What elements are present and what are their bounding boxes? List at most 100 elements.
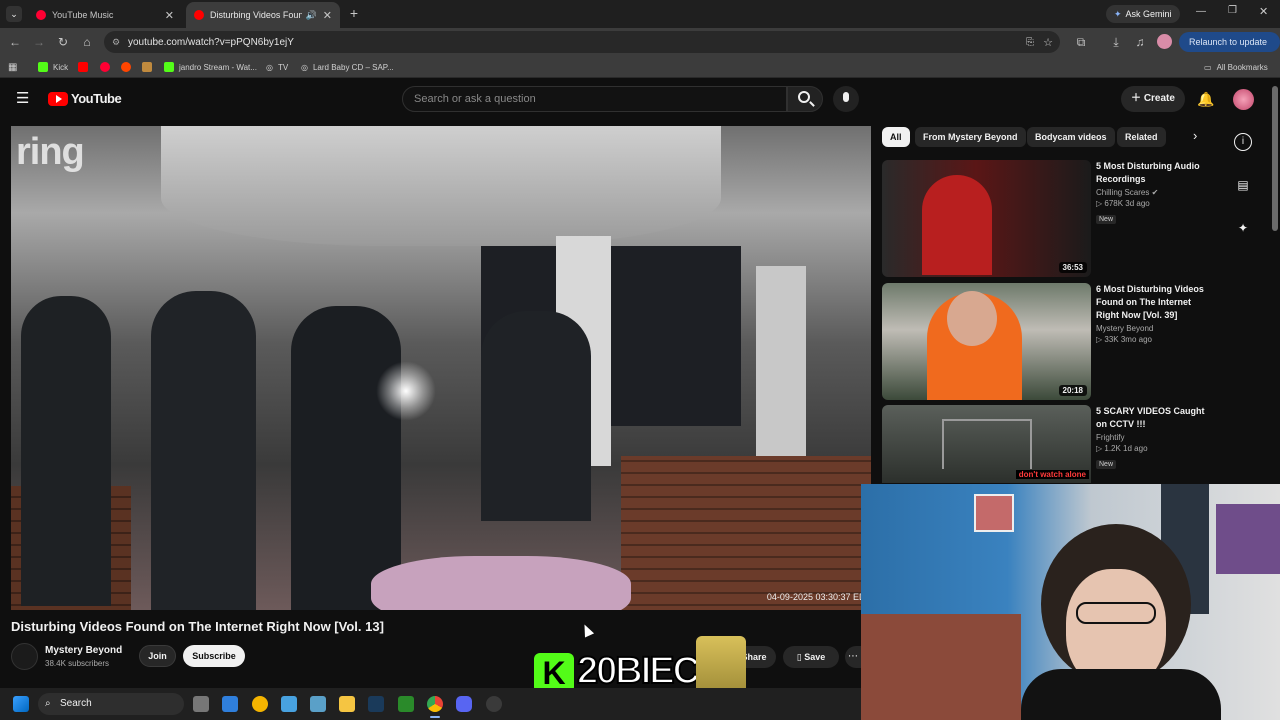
profile-avatar[interactable] <box>1157 34 1172 49</box>
wall-poster <box>974 494 1014 532</box>
address-bar[interactable]: ⚙ youtube.com/watch?v=pPQN6by1ejY ⎘ ☆ <box>104 31 1060 53</box>
video-thumbnail[interactable]: 36:53 <box>882 160 1091 277</box>
ring-watermark: ring <box>16 131 85 173</box>
bookmark-kick[interactable]: Kick <box>38 60 68 74</box>
xbox-icon[interactable] <box>398 696 414 712</box>
home-icon[interactable]: ⌂ <box>79 34 95 50</box>
video-thumbnail[interactable]: don't watch alone <box>882 405 1091 483</box>
windows-start-icon[interactable] <box>13 696 29 712</box>
recommendation-item[interactable]: 20:18 6 Most Disturbing Videos Found on … <box>882 283 1212 400</box>
voice-search-button[interactable] <box>833 86 859 112</box>
join-button[interactable]: Join <box>139 645 176 667</box>
task-view-icon[interactable] <box>193 696 209 712</box>
video-player[interactable]: ring 04-09-2025 03:30:37 EDT <box>11 126 871 610</box>
notifications-bell-icon[interactable]: 🔔 <box>1197 91 1214 108</box>
widgets-icon[interactable] <box>222 696 238 712</box>
recommendation-channel[interactable]: Frightify <box>1096 433 1216 442</box>
bookmark-star-icon[interactable]: ☆ <box>1043 36 1053 49</box>
extensions-icon[interactable]: ⧉ <box>1073 34 1089 50</box>
file-explorer-icon[interactable] <box>339 696 355 712</box>
scrollbar[interactable] <box>1272 86 1278 231</box>
sparkle-icon[interactable]: ✦ <box>1234 219 1252 237</box>
account-avatar[interactable] <box>1233 89 1254 110</box>
officer-figure <box>151 291 256 610</box>
close-tab-icon[interactable]: ✕ <box>323 9 332 22</box>
calculator-icon[interactable] <box>310 696 326 712</box>
tab-search-dropdown-icon[interactable]: ⌄ <box>6 6 22 22</box>
minimize-button[interactable]: — <box>1196 6 1206 17</box>
channel-avatar[interactable] <box>11 643 38 670</box>
bookmark-youtube-music[interactable] <box>100 60 115 74</box>
channel-name[interactable]: Mystery Beyond <box>45 645 122 656</box>
globe-icon: ◎ <box>266 62 273 72</box>
search-button[interactable] <box>787 86 823 112</box>
bookmark-game[interactable] <box>142 60 157 74</box>
close-window-button[interactable]: ✕ <box>1259 5 1268 18</box>
forward-icon[interactable]: → <box>31 34 47 50</box>
chat-icon[interactable]: ▤ <box>1234 176 1252 194</box>
recommendation-title[interactable]: 5 Most Disturbing Audio Recordings <box>1096 160 1216 186</box>
recommendation-stats: ▷ 1.2K 1d ago <box>1096 444 1148 453</box>
youtube-logo[interactable]: YouTube <box>48 91 122 106</box>
chrome-icon[interactable] <box>427 696 443 712</box>
chip-bodycam-videos[interactable]: Bodycam videos <box>1027 127 1115 147</box>
reload-icon[interactable]: ↻ <box>55 34 71 50</box>
recommendation-item[interactable]: 36:53 5 Most Disturbing Audio Recordings… <box>882 160 1212 277</box>
bookmark-youtube[interactable] <box>78 60 93 74</box>
hamburger-menu-icon[interactable]: ☰ <box>16 91 29 106</box>
recommendation-item[interactable]: don't watch alone 5 SCARY VIDEOS Caught … <box>882 405 1212 483</box>
youtube-play-icon <box>48 91 68 106</box>
video-thumbnail[interactable]: 20:18 <box>882 283 1091 400</box>
youtube-music-icon <box>36 10 46 20</box>
person-shirt <box>1021 669 1221 720</box>
edge-browser-icon[interactable] <box>252 696 268 712</box>
downloads-icon[interactable]: ⤓ <box>1108 34 1124 50</box>
recommendation-title[interactable]: 6 Most Disturbing Videos Found on The In… <box>1096 283 1216 322</box>
discord-icon[interactable] <box>456 696 472 712</box>
save-button[interactable]: ▯ Save <box>783 646 839 668</box>
bookmark-reddit[interactable] <box>121 60 136 74</box>
install-app-icon[interactable]: ⎘ <box>1026 37 1034 48</box>
youtube-music-icon <box>100 62 110 72</box>
search-input[interactable]: Search or ask a question <box>402 86 787 112</box>
glasses <box>1076 602 1156 624</box>
info-icon[interactable]: i <box>1234 133 1252 151</box>
bookmark-tv[interactable]: ◎ TV <box>266 60 288 74</box>
bookmark-jandro-stream[interactable]: jandro Stream - Wat... <box>164 60 257 74</box>
new-badge: New <box>1096 215 1117 224</box>
close-tab-icon[interactable]: ✕ <box>165 9 174 22</box>
recommendation-title[interactable]: 5 SCARY VIDEOS Caught on CCTV !!! <box>1096 405 1216 431</box>
ask-gemini-button[interactable]: ✦ Ask Gemini <box>1106 5 1180 23</box>
officer-figure <box>21 296 111 606</box>
windows-taskbar: ⌕ Search <box>0 688 861 720</box>
relaunch-to-update-button[interactable]: Relaunch to update ⋮ <box>1179 32 1280 67</box>
create-button[interactable]: ＋ Create <box>1121 86 1185 112</box>
recommendation-channel[interactable]: Mystery Beyond <box>1096 324 1216 333</box>
chip-from-mystery-beyond[interactable]: From Mystery Beyond <box>915 127 1026 147</box>
subscribe-button[interactable]: Subscribe <box>183 645 245 667</box>
audio-playing-icon[interactable]: 🔊 <box>306 10 317 21</box>
more-actions-icon[interactable]: ⋯ <box>845 646 861 668</box>
steam-icon[interactable] <box>368 696 384 712</box>
apps-icon[interactable]: ▦ <box>8 60 17 74</box>
chip-all[interactable]: All <box>882 127 910 147</box>
taskbar-search[interactable]: ⌕ Search <box>38 693 184 715</box>
obs-icon[interactable] <box>486 696 502 712</box>
all-bookmarks-button[interactable]: ▭ All Bookmarks <box>1204 60 1268 74</box>
mail-icon[interactable] <box>281 696 297 712</box>
recommendation-channel[interactable]: Chilling Scares ✔ <box>1096 188 1216 197</box>
new-tab-button[interactable]: + <box>346 5 362 21</box>
site-info-icon[interactable]: ⚙ <box>112 37 120 48</box>
chip-related[interactable]: Related <box>1117 127 1166 147</box>
media-controls-icon[interactable]: ♫ <box>1132 34 1148 50</box>
tab-youtube-music[interactable]: YouTube Music ✕ <box>28 2 182 28</box>
back-icon[interactable]: ← <box>7 34 23 50</box>
browser-toolbar: ← → ↻ ⌂ ⚙ youtube.com/watch?v=pPQN6by1ej… <box>0 28 1280 67</box>
bookmark-lard-baby[interactable]: ◎ Lard Baby CD – SAP... <box>301 60 394 74</box>
person-on-ground <box>371 556 631 610</box>
tab-disturbing-videos[interactable]: Disturbing Videos Found o 🔊 ✕ <box>186 2 340 28</box>
flashlight-glare <box>376 361 436 421</box>
chevron-right-icon[interactable]: › <box>1193 128 1197 143</box>
swing-set <box>942 419 1032 469</box>
restore-button[interactable]: ❐ <box>1228 5 1237 16</box>
